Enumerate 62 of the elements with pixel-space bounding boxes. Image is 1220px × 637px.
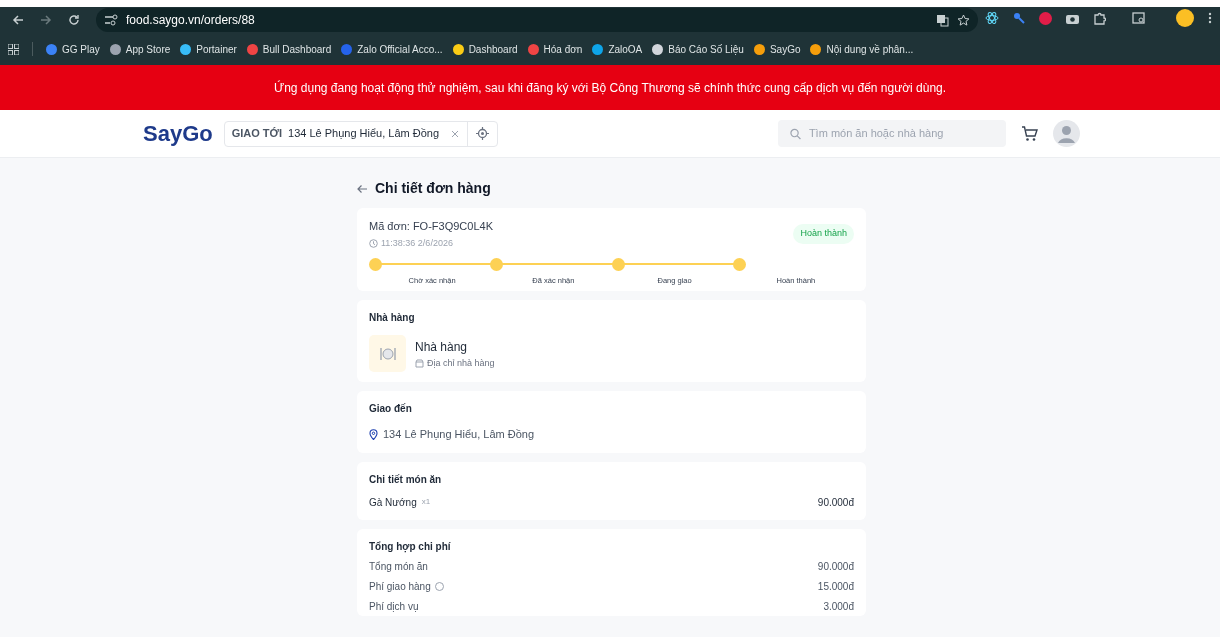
cost-label: Tổng món ăn [369, 559, 428, 574]
key-icon[interactable] [1013, 12, 1025, 24]
bookmark-link[interactable]: GG Play [62, 41, 100, 57]
plate-icon [378, 346, 397, 361]
back-arrow-icon[interactable] [357, 183, 367, 194]
menu-icon[interactable] [1208, 12, 1212, 24]
search-icon [790, 127, 801, 140]
location-pin-icon [369, 429, 378, 440]
cost-label: Phí giao hàng [369, 579, 431, 594]
bookmark-link[interactable]: SayGo [769, 41, 801, 57]
search-input[interactable]: Tìm món ăn hoặc nhà hàng [808, 125, 994, 142]
atom-icon[interactable] [985, 11, 999, 25]
order-code: Mã đơn: FO-F3Q9C0L4K [369, 219, 493, 234]
bookmark-link[interactable]: Báo Cáo Số Liệu [668, 41, 744, 57]
delivery-address: 134 Lê Phụng Hiểu, Lâm Đồng [288, 126, 440, 142]
status-badge: Hoàn thành [793, 224, 854, 244]
bookmark-link[interactable]: ZaloOA [608, 41, 643, 57]
delivery-address-field[interactable]: GIAO TỚI 134 Lê Phụng Hiểu, Lâm Đồng [223, 120, 499, 147]
page-title: Chi tiết đơn hàng [375, 179, 491, 198]
cart-icon[interactable] [1021, 125, 1038, 142]
locate-icon[interactable] [476, 127, 490, 140]
puzzle-icon[interactable] [1093, 11, 1106, 25]
star-icon[interactable] [957, 13, 970, 27]
cost-value: 3.000đ [823, 599, 854, 614]
item-name: Gà Nướng [369, 495, 417, 510]
bookmark-link[interactable]: Zalo Official Acco... [357, 41, 443, 57]
section-heading: Chi tiết món ăn [369, 472, 443, 487]
restaurant-address: Địa chỉ nhà hàng [427, 356, 495, 370]
section-heading: Giao đến [369, 402, 413, 417]
site-settings-icon[interactable] [104, 14, 118, 26]
bookmark-link[interactable]: Nội dung về phân... [826, 41, 914, 57]
bookmark-link[interactable]: Portainer [196, 41, 237, 57]
item-quantity: x1 [421, 496, 431, 509]
delivery-label: GIAO TỚI [231, 126, 283, 142]
section-heading: Nhà hàng [369, 311, 416, 326]
cost-value: 15.000đ [817, 579, 854, 594]
notice-banner: Ứng dụng đang hoạt động thử nghiệm, sau khi đăng ký với Bộ Công Thương sẽ chính thức cung cấp dịch vụ đến người dùng. [0, 65, 1220, 110]
address-bar[interactable]: food.saygo.vn/orders/88 [96, 8, 978, 32]
delivery-address: 134 Lê Phụng Hiểu, Lâm Đồng [383, 427, 535, 443]
reload-icon[interactable] [68, 14, 80, 26]
bookmark-link[interactable]: Bull Dashboard [262, 41, 332, 57]
search-tab-icon[interactable] [1132, 11, 1146, 25]
order-time: 11:38:36 2/6/2026 [381, 236, 453, 250]
url-text: food.saygo.vn/orders/88 [126, 12, 256, 29]
item-price: 90.000đ [817, 495, 854, 510]
search-field[interactable]: Tìm món ăn hoặc nhà hàng [778, 120, 1006, 147]
back-icon[interactable] [12, 14, 24, 26]
forward-icon[interactable] [40, 14, 52, 26]
bookmark-link[interactable]: App Store [125, 41, 171, 57]
clock-icon [369, 238, 378, 248]
camera-icon[interactable] [1066, 12, 1079, 24]
translate-icon[interactable] [936, 13, 949, 27]
section-heading: Tổng hợp chi phí [369, 539, 452, 554]
bookmark-link[interactable]: Dashboard [468, 41, 518, 57]
cost-value: 90.000đ [817, 559, 854, 574]
store-icon [415, 358, 424, 368]
profile-icon[interactable] [1176, 9, 1194, 27]
cost-label: Phí dịch vụ [369, 599, 419, 614]
logo[interactable]: SayGo [143, 117, 213, 150]
bookmark-link[interactable]: Hóa đơn [543, 41, 583, 57]
apps-grid-icon[interactable] [8, 43, 19, 55]
restaurant-name: Nhà hàng [415, 338, 469, 356]
